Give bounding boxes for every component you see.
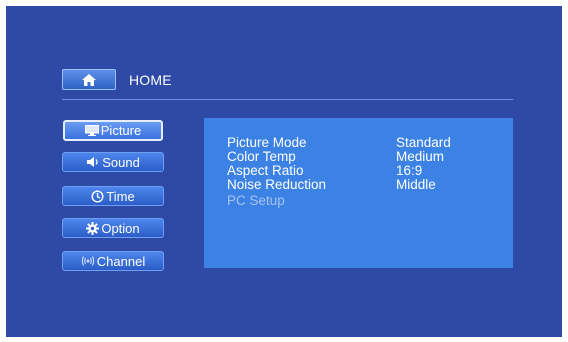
- home-button[interactable]: [62, 69, 116, 90]
- menu-item-sound[interactable]: Sound: [62, 152, 164, 172]
- menu-item-option[interactable]: Option: [62, 218, 164, 238]
- menu-item-channel[interactable]: Channel: [62, 251, 164, 271]
- clock-icon: [91, 189, 104, 203]
- home-icon: [82, 73, 96, 86]
- setting-aspect-ratio[interactable]: Aspect Ratio 16:9: [227, 164, 497, 178]
- menu-item-time[interactable]: Time: [62, 186, 164, 206]
- menu-item-label: Sound: [102, 154, 140, 170]
- speaker-icon: [86, 156, 100, 168]
- menu-item-label: Option: [101, 220, 140, 236]
- setting-color-temp[interactable]: Color Temp Medium: [227, 150, 497, 164]
- monitor-icon: [84, 125, 99, 136]
- settings-panel: Picture Mode Standard Color Temp Medium …: [204, 118, 513, 268]
- setting-value: Middle: [396, 177, 436, 192]
- menu-item-label: Picture: [100, 123, 142, 138]
- page-title: HOME: [129, 72, 172, 88]
- gear-icon: [86, 221, 100, 235]
- setting-label: PC Setup: [227, 193, 285, 208]
- menu-item-label: Channel: [96, 253, 146, 269]
- setting-label: Color Temp: [227, 149, 296, 164]
- header-divider: [62, 99, 513, 100]
- setting-label: Noise Reduction: [227, 177, 327, 192]
- setting-value: 16:9: [396, 163, 423, 178]
- setting-noise-reduction[interactable]: Noise Reduction Middle: [227, 178, 497, 192]
- setting-value: Standard: [396, 135, 451, 150]
- setting-label: Aspect Ratio: [227, 163, 304, 178]
- setting-label: Picture Mode: [227, 135, 307, 150]
- setting-picture-mode[interactable]: Picture Mode Standard: [227, 136, 497, 150]
- antenna-icon: [81, 255, 95, 267]
- menu-item-picture[interactable]: Picture: [63, 120, 163, 141]
- setting-value: Medium: [396, 149, 445, 164]
- menu-item-label: Time: [106, 188, 135, 204]
- setting-pc-setup: PC Setup: [227, 194, 497, 208]
